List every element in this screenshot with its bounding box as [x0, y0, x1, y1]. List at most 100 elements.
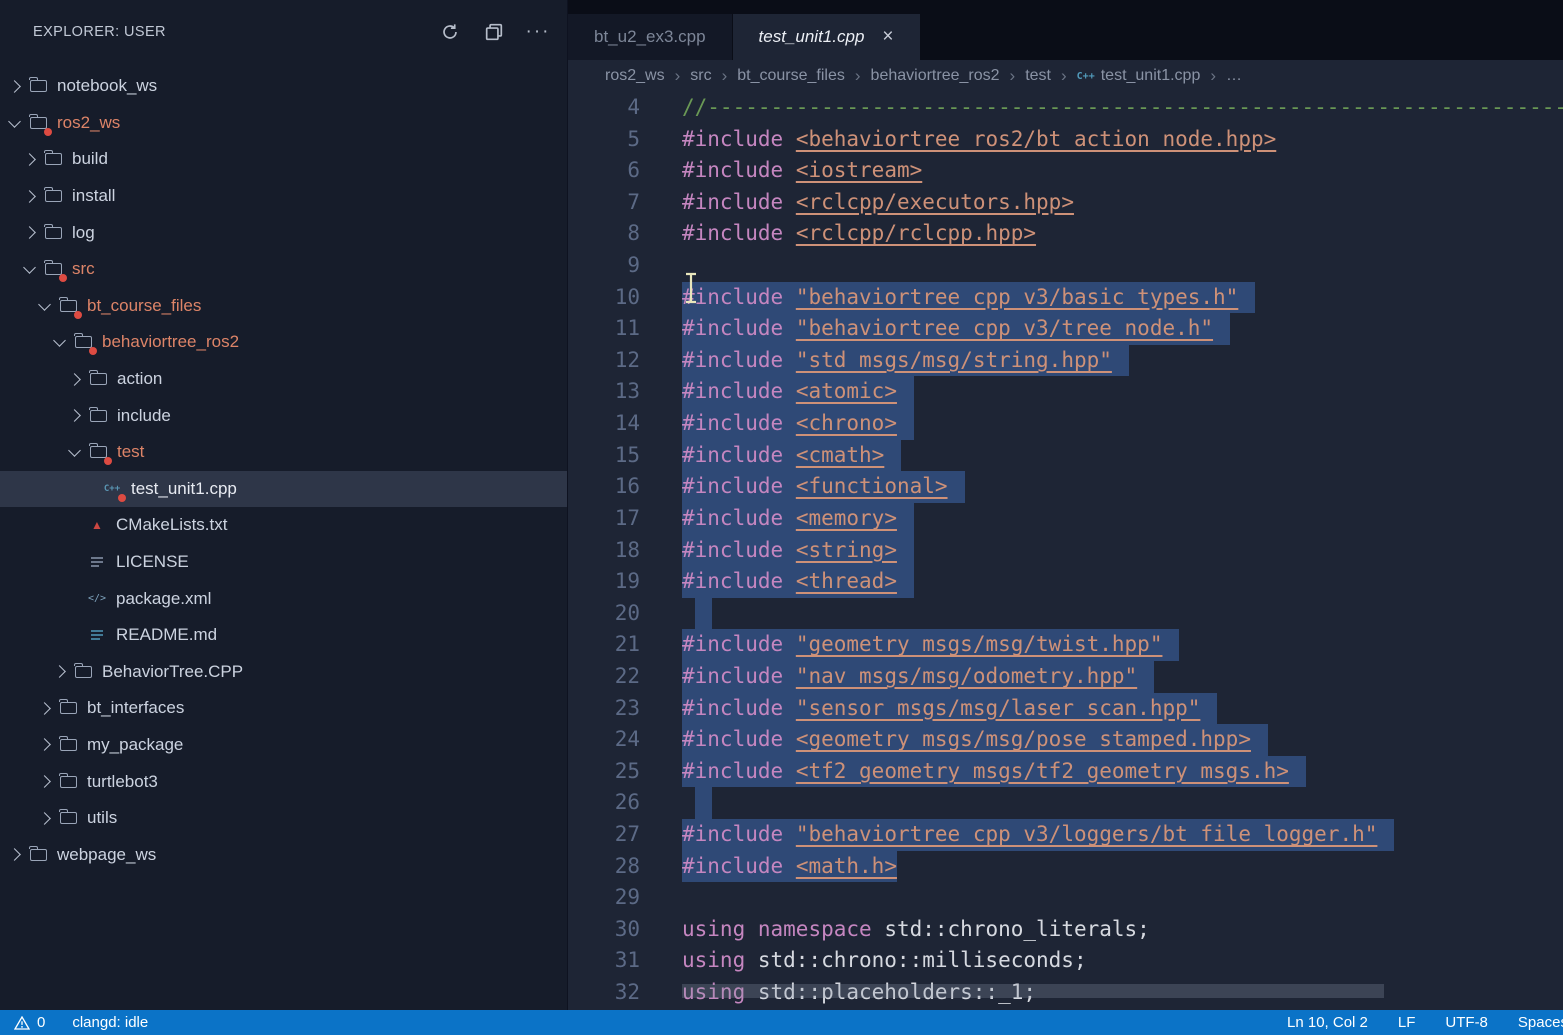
sidebar-item-action[interactable]: action	[0, 361, 567, 398]
code-line[interactable]: 30using namespace std::chrono_literals;	[568, 914, 1563, 946]
code-token	[783, 221, 796, 245]
chevron-down-icon[interactable]	[53, 335, 66, 348]
code-line[interactable]: 8#include <rclcpp/rclcpp.hpp>	[568, 218, 1563, 250]
item-label: install	[72, 186, 115, 206]
chevron-right-icon[interactable]	[38, 702, 51, 715]
sidebar-item-BehaviorTree.CPP[interactable]: BehaviorTree.CPP	[0, 654, 567, 691]
code-line[interactable]: 21#include "geometry_msgs/msg/twist.hpp"	[568, 629, 1563, 661]
sidebar-item-notebook_ws[interactable]: notebook_ws	[0, 68, 567, 105]
chevron-right-icon[interactable]	[8, 80, 21, 93]
encoding-indicator[interactable]: UTF-8	[1445, 1014, 1488, 1031]
breadcrumb-item-test_unit1.cpp[interactable]: C++test_unit1.cpp	[1077, 67, 1201, 85]
chevron-down-icon[interactable]	[68, 444, 81, 457]
breadcrumb-label: …	[1226, 67, 1242, 85]
line-number: 10	[568, 282, 640, 314]
code-line[interactable]: 11#include "behaviortree_cpp_v3/tree_nod…	[568, 313, 1563, 345]
chevron-right-icon[interactable]	[68, 373, 81, 386]
sidebar-item-include[interactable]: include	[0, 397, 567, 434]
code-line[interactable]: 31using std::chrono::milliseconds;	[568, 945, 1563, 977]
vscode-window: EXPLORER: USER ··· notebook_wsros2_wsbui…	[0, 0, 1563, 1035]
sidebar-item-behaviortree_ros2[interactable]: behaviortree_ros2	[0, 324, 567, 361]
sidebar-item-install[interactable]: install	[0, 178, 567, 215]
chevron-right-icon[interactable]	[38, 739, 51, 752]
code-line[interactable]: 5#include <behaviortree_ros2/bt_action_n…	[568, 124, 1563, 156]
chevron-down-icon[interactable]	[38, 298, 51, 311]
sidebar-item-ros2_ws[interactable]: ros2_ws	[0, 105, 567, 142]
chevron-right-icon[interactable]	[23, 153, 36, 166]
eol-indicator[interactable]: LF	[1398, 1014, 1416, 1031]
code-line[interactable]: 9	[568, 250, 1563, 282]
code-line[interactable]: 6#include <iostream>	[568, 155, 1563, 187]
line-text: #include "nav_msgs/msg/odometry.hpp"	[682, 661, 1154, 693]
sidebar-item-webpage_ws[interactable]: webpage_ws	[0, 836, 567, 873]
code-line[interactable]: 10#include "behaviortree_cpp_v3/basic_ty…	[568, 282, 1563, 314]
code-line[interactable]: 15#include <cmath>	[568, 440, 1563, 472]
folder-icon	[43, 186, 63, 206]
chevron-right-icon[interactable]	[38, 775, 51, 788]
code-line[interactable]: 19#include <thread>	[568, 566, 1563, 598]
sidebar-item-CMakeLists.txt[interactable]: ▲CMakeLists.txt	[0, 507, 567, 544]
chevron-right-icon[interactable]	[38, 812, 51, 825]
breadcrumb-item-…[interactable]: …	[1226, 67, 1242, 85]
line-number: 27	[568, 819, 640, 851]
code-editor[interactable]: 4//-------------------------------------…	[568, 92, 1563, 1010]
chevron-down-icon[interactable]	[23, 261, 36, 274]
code-line[interactable]: 23#include "sensor_msgs/msg/laser_scan.h…	[568, 693, 1563, 725]
sidebar-item-LICENSE[interactable]: LICENSE	[0, 544, 567, 581]
code-line[interactable]: 14#include <chrono>	[568, 408, 1563, 440]
code-line[interactable]: 4//-------------------------------------…	[568, 92, 1563, 124]
code-line[interactable]: 12#include "std_msgs/msg/string.hpp"	[568, 345, 1563, 377]
breadcrumb-item-bt_course_files[interactable]: bt_course_files	[737, 67, 845, 85]
indent-indicator[interactable]: Spaces: 4	[1518, 1014, 1563, 1031]
breadcrumb-item-src[interactable]: src	[690, 67, 711, 85]
code-line[interactable]: 22#include "nav_msgs/msg/odometry.hpp"	[568, 661, 1563, 693]
lsp-status[interactable]: clangd: idle	[72, 1014, 148, 1031]
sidebar-item-README.md[interactable]: README.md	[0, 617, 567, 654]
sidebar-item-src[interactable]: src	[0, 251, 567, 288]
code-line[interactable]: 20	[568, 598, 1563, 630]
tab-test_unit1.cpp[interactable]: test_unit1.cpp×	[733, 14, 921, 60]
breadcrumb-item-behaviortree_ros2[interactable]: behaviortree_ros2	[871, 67, 1000, 85]
problems-indicator[interactable]: 0 clangd: idle	[0, 1014, 148, 1031]
breadcrumb-item-ros2_ws[interactable]: ros2_ws	[605, 67, 665, 85]
sidebar-item-my_package[interactable]: my_package	[0, 727, 567, 764]
sidebar-item-turtlebot3[interactable]: turtlebot3	[0, 763, 567, 800]
sidebar-item-log[interactable]: log	[0, 214, 567, 251]
code-line[interactable]: 25#include <tf2_geometry_msgs/tf2_geomet…	[568, 756, 1563, 788]
cursor-position[interactable]: Ln 10, Col 2	[1287, 1014, 1368, 1031]
sidebar-item-bt_interfaces[interactable]: bt_interfaces	[0, 690, 567, 727]
collapse-folders-button[interactable]	[483, 21, 505, 43]
sidebar-item-test_unit1.cpp[interactable]: C++test_unit1.cpp	[0, 471, 567, 508]
chevron-right-icon[interactable]	[23, 226, 36, 239]
tab-bt_u2_ex3.cpp[interactable]: bt_u2_ex3.cpp	[568, 14, 733, 60]
code-line[interactable]: 24#include <geometry_msgs/msg/pose_stamp…	[568, 724, 1563, 756]
sidebar-item-bt_course_files[interactable]: bt_course_files	[0, 288, 567, 325]
breadcrumb-separator-icon: ›	[722, 66, 728, 86]
code-line[interactable]: 28#include <math.h>	[568, 851, 1563, 883]
code-line[interactable]: 16#include <functional>	[568, 471, 1563, 503]
chevron-right-icon[interactable]	[53, 665, 66, 678]
code-line[interactable]: 27#include "behaviortree_cpp_v3/loggers/…	[568, 819, 1563, 851]
close-icon[interactable]: ×	[882, 29, 893, 45]
code-line[interactable]: 17#include <memory>	[568, 503, 1563, 535]
more-actions-button[interactable]: ···	[527, 21, 549, 43]
chevron-right-icon[interactable]	[8, 848, 21, 861]
code-line[interactable]: 26	[568, 787, 1563, 819]
sidebar-item-build[interactable]: build	[0, 141, 567, 178]
chevron-down-icon[interactable]	[8, 115, 21, 128]
chevron-right-icon[interactable]	[23, 190, 36, 203]
code-line[interactable]: 29	[568, 882, 1563, 914]
chevron-right-icon[interactable]	[68, 409, 81, 422]
selection-highlight: #include "behaviortree_cpp_v3/tree_node.…	[682, 313, 1230, 345]
horizontal-scrollbar[interactable]	[682, 984, 1384, 998]
refresh-explorer-button[interactable]	[439, 21, 461, 43]
breadcrumb-item-test[interactable]: test	[1025, 67, 1051, 85]
code-token: <rclcpp/rclcpp.hpp>	[796, 221, 1036, 245]
explorer-header: EXPLORER: USER ···	[0, 0, 567, 64]
sidebar-item-test[interactable]: test	[0, 434, 567, 471]
sidebar-item-utils[interactable]: utils	[0, 800, 567, 837]
code-line[interactable]: 13#include <atomic>	[568, 376, 1563, 408]
code-line[interactable]: 18#include <string>	[568, 535, 1563, 567]
code-line[interactable]: 7#include <rclcpp/executors.hpp>	[568, 187, 1563, 219]
sidebar-item-package.xml[interactable]: </>package.xml	[0, 580, 567, 617]
